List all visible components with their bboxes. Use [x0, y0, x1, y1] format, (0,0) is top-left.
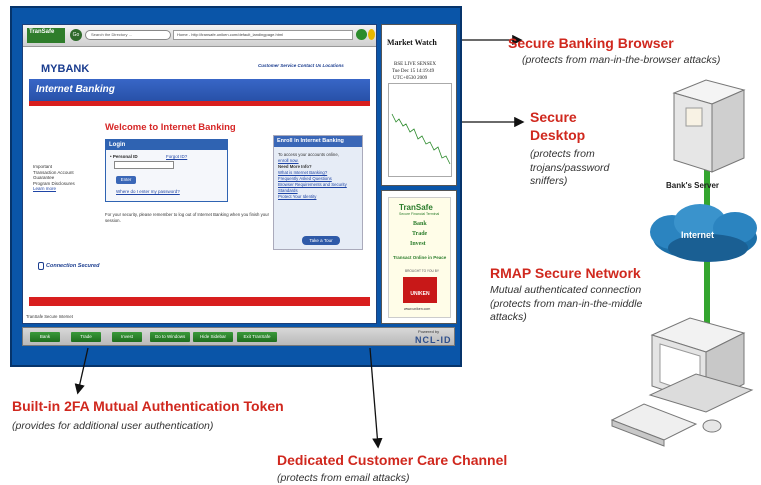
customer-care-desc: (protects from email attacks) — [277, 472, 410, 484]
internet-label: Internet — [681, 230, 715, 240]
twofa-title: Built-in 2FA Mutual Authentication Token — [12, 398, 284, 414]
secure-browser-desc: (protects from man-in-the-browser attack… — [522, 54, 721, 66]
arrow-customer-care — [369, 347, 383, 449]
customer-care-title: Dedicated Customer Care Channel — [277, 452, 508, 468]
bank-server-label: Bank's Server — [666, 181, 720, 190]
diagram-root: TranSafe Go Search the Directory ... Hom… — [0, 0, 761, 485]
arrow-2fa-token — [74, 347, 89, 395]
client-computer-icon — [610, 317, 754, 447]
rmap-title: RMAP Secure Network — [490, 265, 641, 281]
server-icon — [672, 79, 746, 173]
secure-browser-title: Secure Banking Browser — [508, 35, 674, 51]
rmap-desc: Mutual authenticated connection (protect… — [490, 284, 643, 323]
secure-desktop-title: Secure Desktop — [530, 109, 586, 143]
twofa-desc: (provides for additional user authentica… — [12, 420, 214, 432]
secure-desktop-desc: (protects from trojans/password sniffers… — [530, 148, 610, 187]
